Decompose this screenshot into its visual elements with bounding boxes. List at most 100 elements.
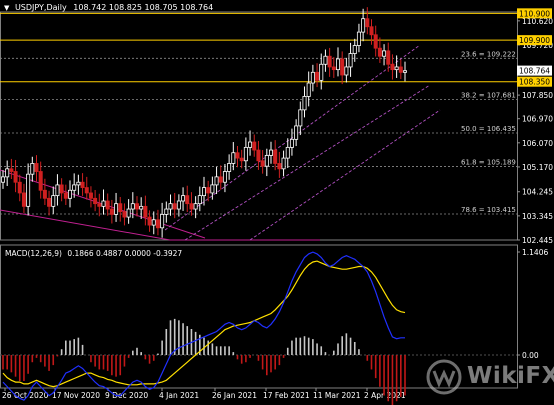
- dropdown-triangle-icon[interactable]: ▼: [4, 4, 9, 12]
- macd-values: 0.1866 0.4887 0.0000 -0.3927: [67, 249, 183, 258]
- price-pane-border: [0, 11, 518, 241]
- candle-body: [243, 146, 248, 162]
- y-tick-label: 104.245: [522, 188, 553, 197]
- candle-body: [13, 171, 18, 183]
- candle-body: [373, 34, 378, 49]
- x-tick-label: 11 Mar 2021: [313, 391, 361, 400]
- chart-frame: [0, 11, 518, 389]
- candle-body: [335, 58, 340, 71]
- candle-body: [294, 125, 299, 140]
- candle-body: [101, 200, 106, 207]
- candle-body: [222, 171, 227, 183]
- price-level-label: 108.350: [519, 78, 550, 87]
- y-tick-label: 103.345: [522, 212, 553, 221]
- candle-body: [181, 195, 186, 202]
- candle-body: [21, 192, 26, 207]
- x-tick-label: 17 Nov 2020: [52, 391, 100, 400]
- candle-body: [340, 58, 345, 76]
- candle-body: [118, 203, 123, 213]
- watermark: WikiFX: [420, 357, 554, 397]
- candle-body: [93, 197, 98, 205]
- candle-body: [105, 200, 110, 210]
- y-tick-label: 107.850: [522, 91, 553, 100]
- y-tick-label: 106.070: [522, 139, 553, 148]
- candle-body: [248, 141, 253, 148]
- candle-body: [197, 195, 202, 205]
- candle-body: [143, 205, 148, 218]
- fib-label: 50.0 = 106.435: [461, 125, 516, 133]
- candle-body: [76, 181, 81, 186]
- candle-body: [315, 71, 320, 81]
- candle-body: [264, 155, 269, 167]
- candle-body: [210, 184, 215, 194]
- candle-body: [5, 168, 10, 178]
- candle-body: [310, 71, 315, 84]
- overlay-lines: [0, 12, 517, 241]
- candle-body: [34, 163, 39, 172]
- macd-line: [2, 251, 405, 401]
- candle-body: [390, 63, 395, 71]
- candle-body: [239, 157, 244, 162]
- candle-body: [398, 66, 403, 73]
- candle-body: [256, 149, 261, 162]
- fib-label: 78.6 = 103.415: [461, 206, 516, 214]
- candles: [0, 7, 407, 238]
- macd-signal-line: [2, 260, 406, 388]
- candle-body: [51, 195, 56, 207]
- y-tick-label: 105.170: [522, 163, 553, 172]
- fib-label: 38.2 = 107.681: [461, 92, 516, 100]
- y-tick-label: 106.970: [522, 115, 553, 124]
- symbol-label: USDJPY,Daily: [14, 3, 67, 12]
- candle-body: [306, 82, 311, 97]
- candle-body: [155, 219, 160, 229]
- candle-body: [176, 200, 181, 210]
- ohlc-values: 108.742 108.825 108.705 108.764: [73, 3, 214, 12]
- candle-body: [109, 208, 114, 215]
- candle-body: [26, 173, 31, 207]
- candle-body: [281, 157, 286, 170]
- candle-body: [252, 141, 257, 151]
- candle-body: [356, 31, 361, 46]
- candle-body: [130, 203, 135, 210]
- price-level-label: 109.900: [519, 36, 550, 45]
- candle-body: [319, 63, 324, 81]
- channel-lower: [249, 109, 441, 241]
- candle-body: [84, 187, 89, 194]
- candle-body: [97, 203, 102, 207]
- current-price-label: 108.764: [519, 67, 550, 76]
- candle-body: [168, 203, 173, 210]
- candle-body: [42, 189, 47, 199]
- candle-body: [189, 203, 194, 210]
- candle-body: [227, 163, 232, 172]
- candle-body: [302, 96, 307, 111]
- candle-body: [268, 149, 273, 156]
- candle-body: [369, 26, 374, 36]
- candle-body: [218, 176, 223, 183]
- candle-body: [361, 18, 366, 33]
- candle-body: [323, 55, 328, 65]
- candle-body: [273, 149, 278, 164]
- candle-body: [139, 205, 144, 210]
- candle-body: [193, 203, 198, 210]
- x-tick-label: 2 Apr 2021: [364, 391, 406, 400]
- candle-body: [285, 146, 290, 159]
- candle-body: [289, 138, 294, 148]
- x-tick-label: 17 Feb 2021: [263, 391, 310, 400]
- candle-body: [348, 53, 353, 68]
- candle-body: [68, 189, 73, 199]
- candle-body: [147, 216, 152, 226]
- candle-body: [151, 219, 156, 226]
- candle-body: [59, 184, 64, 194]
- macd-tick-label: 1.1406: [522, 248, 548, 257]
- candle-body: [114, 203, 119, 215]
- fib-label: 61.8 = 105.189: [461, 158, 516, 166]
- candle-body: [30, 163, 35, 175]
- candle-body: [72, 184, 77, 191]
- candle-body: [298, 109, 303, 127]
- candle-body: [122, 211, 127, 218]
- candle-body: [382, 50, 387, 57]
- candle-body: [235, 152, 240, 159]
- axis-labels: 110.620109.720107.850106.970106.070105.1…: [2, 8, 553, 400]
- candle-body: [0, 176, 6, 183]
- price-chart: 110.620109.720107.850106.970106.070105.1…: [0, 7, 553, 405]
